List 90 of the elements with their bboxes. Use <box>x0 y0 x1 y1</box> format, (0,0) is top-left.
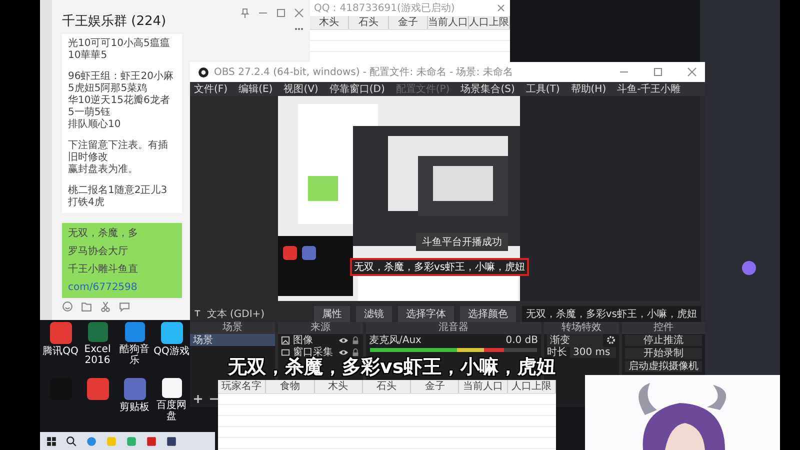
close-icon[interactable] <box>294 8 304 18</box>
column-header: 金子 <box>411 380 460 393</box>
dock-title: 混音器 <box>438 322 468 334</box>
window-title: OBS 27.2.4 (64-bit, windows) - 配置文件: 未命名 - 场景: 未命名 <box>214 66 514 79</box>
lock-icon[interactable] <box>351 336 360 344</box>
message-text: 赢封盘表为准。 <box>68 164 139 176</box>
desktop-icon-label: QQ游戏 <box>154 346 190 357</box>
text-tool-icon <box>194 308 201 319</box>
message-text: 罗马协会大厅 <box>68 246 129 258</box>
globe-icon[interactable] <box>86 436 97 446</box>
column-header: 石头 <box>349 16 389 29</box>
duration-field[interactable]: 300 ms <box>570 346 616 358</box>
scene-item[interactable]: 场景 <box>190 334 275 346</box>
text-field[interactable]: 无双，杀魔，多彩vs虾王，小嘛，虎妞 <box>522 306 701 322</box>
stream-caption: 无双，杀魔，多彩vs虾王，小嘛，虎妞 <box>228 356 556 379</box>
window-icon <box>281 348 290 356</box>
column-header: 食物 <box>266 380 315 393</box>
menu-item[interactable]: 视图(V) <box>284 82 318 96</box>
color-button[interactable]: 选择颜色 <box>460 306 516 322</box>
source-name: 文本 (GDI+) <box>206 308 265 320</box>
add-icon[interactable] <box>193 394 203 404</box>
close-icon[interactable] <box>687 67 697 77</box>
app-icon[interactable] <box>160 322 182 344</box>
column-header: 木头 <box>314 380 363 393</box>
pin-icon[interactable] <box>240 8 250 18</box>
app-icon[interactable] <box>160 378 182 398</box>
control-button[interactable]: 开始录制 <box>625 348 702 359</box>
preview-caption[interactable]: 无双，杀魔，多彩vs虾王，小嘛，虎妞 <box>350 258 530 276</box>
control-button[interactable]: 启动虚拟摄像机 <box>625 361 702 372</box>
filters-button[interactable]: 滤镜 <box>356 306 392 322</box>
column-header: 木头 <box>310 16 350 29</box>
maximize-icon[interactable] <box>276 8 286 18</box>
scissors-icon[interactable] <box>100 301 111 312</box>
message-text: 桃二报名1随意2正儿3打铁4虎 <box>68 185 168 209</box>
message-text: 光10可可10小高5瘟瘟10華華5 <box>68 38 171 62</box>
desktop-icon-label: 腾讯QQ <box>42 346 78 357</box>
duration-label: 时长 <box>547 346 567 358</box>
dock-title: 转场特效 <box>562 322 602 334</box>
chat-title: 千王娱乐群 (224) <box>62 13 166 30</box>
message-text: 华10逆天15花瓣6龙者5一萌5钰 <box>68 95 171 118</box>
desktop-icon-label: 酷狗音乐 <box>118 344 150 366</box>
menu-item[interactable]: 文件(F) <box>194 82 228 96</box>
emoji-icon[interactable] <box>62 301 73 312</box>
eye-icon[interactable] <box>339 336 348 344</box>
dock-title: 控件 <box>654 322 674 334</box>
app-icon[interactable] <box>166 436 177 446</box>
column-header: 当前人口 <box>428 16 469 29</box>
message-text: 千王小雕斗鱼直 <box>68 264 139 276</box>
menu-item[interactable]: 斗鱼-千王小雕 <box>617 82 681 96</box>
column-header: 石头 <box>362 380 412 393</box>
picture-icon <box>281 336 290 344</box>
notification-toast: 斗鱼平台开播成功 <box>416 233 508 251</box>
windows-logo-icon[interactable] <box>46 436 57 446</box>
menu-item[interactable]: 编辑(E) <box>238 82 273 96</box>
desktop-icon-label: Excel 2016 <box>83 344 112 366</box>
column-header: 人口上限 <box>508 380 556 393</box>
channel-reading: 0.0 dB <box>506 334 538 346</box>
search-icon[interactable] <box>66 436 77 446</box>
transition-select[interactable]: 渐变 <box>547 333 603 347</box>
font-button[interactable]: 选择字体 <box>398 306 454 322</box>
chat-icon[interactable] <box>119 301 130 312</box>
close-icon[interactable] <box>496 3 506 13</box>
menu-item[interactable]: 场景集合(S) <box>460 82 515 96</box>
control-button[interactable]: 停止推流 <box>625 335 702 346</box>
menu-item[interactable]: 停靠窗口(D) <box>329 82 385 96</box>
source-item[interactable]: 图像 <box>293 333 336 347</box>
window-title: QQ：418733691(游戏已启动) <box>314 2 455 15</box>
column-header: 人口上限 <box>468 16 510 29</box>
maximize-icon[interactable] <box>653 67 663 77</box>
settings-icon[interactable] <box>606 335 616 345</box>
column-header: 当前人口 <box>459 380 508 393</box>
message-text: 下注留意下注表。有插旧时修改 <box>68 140 169 164</box>
eye-icon[interactable] <box>339 348 348 356</box>
column-header: 金子 <box>388 16 428 29</box>
column-header: 玩家名字 <box>218 380 266 393</box>
desktop-icon-label: 剪贴板 <box>120 402 150 413</box>
dock-title: 场景 <box>222 322 242 334</box>
properties-button[interactable]: 属性 <box>314 306 350 322</box>
obs-logo-icon <box>198 66 209 78</box>
channel-name: 麦克风/Aux <box>369 334 422 347</box>
menu-item[interactable]: 工具(T) <box>526 82 560 96</box>
lock-icon[interactable] <box>351 348 360 356</box>
dock-title: 来源 <box>310 322 330 334</box>
floating-ball-icon[interactable] <box>742 261 756 275</box>
menu-item[interactable]: 帮助(H) <box>570 82 606 96</box>
message-text: 96虾王组：虾王20小麻5虎妞5阿那5菜鸡 <box>68 71 174 94</box>
folder-icon[interactable] <box>81 301 92 312</box>
message-text: 排队顺心10 <box>68 119 122 131</box>
desktop-icon-label: 百度网盘 <box>156 400 188 422</box>
message-text: 无双，杀魔，多 <box>68 228 139 240</box>
